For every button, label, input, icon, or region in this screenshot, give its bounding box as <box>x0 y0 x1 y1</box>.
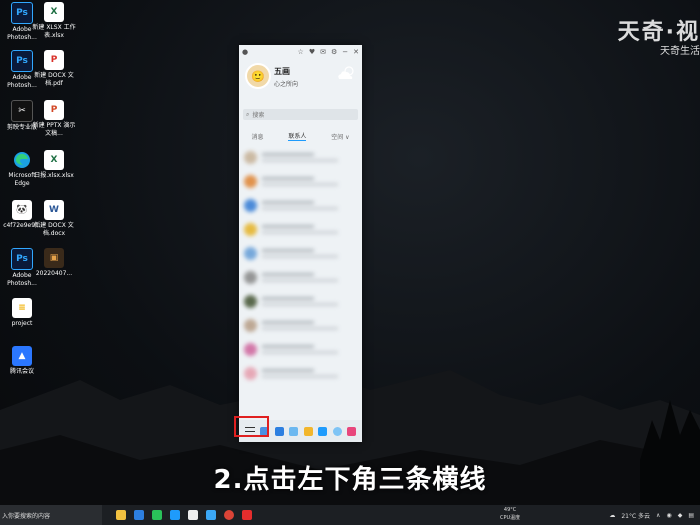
taskbar-apps <box>116 510 252 520</box>
desktop-icon-label: project <box>11 320 33 327</box>
image-file-icon: ▣ <box>44 248 64 268</box>
desktop-icon-docx[interactable]: W 新建 DOCX 文档.docx <box>32 200 76 238</box>
game-icon[interactable] <box>318 426 328 436</box>
network-icon[interactable]: ▤ <box>688 512 694 519</box>
tab-messages[interactable]: 消息 <box>251 132 263 141</box>
desktop-icon-daily-xlsx[interactable]: X 日报.xlsx.xlsx <box>32 150 76 180</box>
app-center-icon[interactable] <box>347 426 357 436</box>
wechat-icon[interactable] <box>152 510 162 520</box>
cloud-weather-icon[interactable]: ☁ <box>609 512 615 519</box>
desktop-icon-project[interactable]: ≡ project <box>0 298 44 328</box>
app-icon[interactable] <box>303 426 313 436</box>
search-icon: ⌕ <box>246 110 250 118</box>
desktop-icon-tencent-meeting[interactable]: ▲ 腾讯会议 <box>0 346 44 376</box>
tray-app-icon[interactable]: ◉ <box>666 512 671 519</box>
desktop-icon-image-file[interactable]: ▣ 20220407... <box>32 248 76 278</box>
panda-image-icon: 🐼 <box>12 200 32 220</box>
desktop-icon-label: 新建 DOCX 文档.docx <box>34 222 74 237</box>
list-item[interactable] <box>239 193 362 217</box>
notepad-icon[interactable] <box>188 510 198 520</box>
taskbar: 入你要搜索的内容 49°C CPU温度 ☁ 21°C 多云 ∧ ◉ ◆ ▤ <box>0 505 700 525</box>
qq-logo-icon: ● <box>242 48 249 56</box>
search-placeholder: 搜索 <box>252 112 265 119</box>
list-item[interactable] <box>239 289 362 313</box>
wechat-tray-icon[interactable]: ◆ <box>678 512 683 519</box>
wps-icon[interactable] <box>242 510 252 520</box>
desktop-icon-label: 日报.xlsx.xlsx <box>34 172 74 179</box>
list-item[interactable] <box>239 169 362 193</box>
desktop-icon-label: 20220407... <box>35 270 73 277</box>
tab-space[interactable]: 空间 ∨ <box>331 132 349 141</box>
settings-icon[interactable]: ⚙ <box>331 48 337 56</box>
chrome-icon[interactable] <box>224 510 234 520</box>
photoshop-icon: Ps <box>11 248 33 270</box>
desktop-icon-xlsx-1[interactable]: X 新建 XLSX 工作表.xlsx <box>32 2 76 40</box>
profile-name[interactable]: 五画 <box>274 66 290 77</box>
taskbar-search-input[interactable]: 入你要搜索的内容 <box>0 505 102 525</box>
excel-file-icon: X <box>44 150 64 170</box>
skin-icon[interactable]: ♥ <box>309 48 315 56</box>
desktop-icon-label: 新建 XLSX 工作表.xlsx <box>32 24 76 39</box>
star-icon[interactable]: ☆ <box>298 48 304 56</box>
list-item[interactable] <box>239 217 362 241</box>
list-item[interactable] <box>239 265 362 289</box>
desktop-icon-label: 新建 PPTX 演示文稿... <box>32 122 76 137</box>
qq-window: ● ☆ ♥ ✉ ⚙ − ✕ 🙂 五画 心之所向 ⌕ 搜索 消息 联系人 空间 ∨ <box>239 45 362 442</box>
tray-up-arrow-icon[interactable]: ∧ <box>656 512 660 519</box>
folder-icon[interactable] <box>289 426 299 436</box>
tab-contacts[interactable]: 联系人 <box>288 131 307 141</box>
tencent-meeting-taskbar-icon[interactable] <box>206 510 216 520</box>
qq-titlebar: ● ☆ ♥ ✉ ⚙ − ✕ <box>239 45 362 59</box>
photoshop-icon: Ps <box>11 2 33 24</box>
avatar[interactable]: 🙂 <box>245 63 271 89</box>
file-explorer-icon[interactable] <box>116 510 126 520</box>
project-file-icon: ≡ <box>12 298 32 318</box>
file-transfer-icon[interactable] <box>274 426 284 436</box>
minimize-icon[interactable]: − <box>342 48 348 56</box>
watermark: 天奇·视 天奇生活 <box>618 14 700 57</box>
word-file-icon: W <box>44 200 64 220</box>
menu-highlight-box <box>234 416 269 437</box>
qq-profile-area: 🙂 五画 心之所向 <box>239 59 362 109</box>
weather-icon[interactable] <box>336 65 356 81</box>
system-tray: ☁ 21°C 多云 ∧ ◉ ◆ ▤ <box>609 505 694 525</box>
weather-text[interactable]: 21°C 多云 <box>621 511 650 520</box>
tencent-meeting-icon: ▲ <box>12 346 32 366</box>
pdf-file-icon: P <box>44 50 64 70</box>
search-input[interactable]: ⌕ 搜索 <box>243 109 358 120</box>
list-item[interactable] <box>239 313 362 337</box>
capcut-icon: ✂ <box>11 100 33 122</box>
excel-file-icon: X <box>44 2 64 22</box>
mail-icon[interactable]: ✉ <box>320 48 326 56</box>
close-icon[interactable]: ✕ <box>353 48 359 56</box>
list-item[interactable] <box>239 337 362 361</box>
list-item[interactable] <box>239 361 362 385</box>
instruction-caption: 2.点击左下角三条横线 <box>213 465 487 495</box>
desktop-icon-pptx[interactable]: P 新建 PPTX 演示文稿... <box>32 100 76 138</box>
qq-taskbar-icon[interactable] <box>134 510 144 520</box>
qq-tabs: 消息 联系人 空间 ∨ <box>239 130 362 142</box>
cloud-icon[interactable] <box>332 426 342 436</box>
taskbar-search-placeholder: 入你要搜索的内容 <box>2 512 51 520</box>
cpu-temp-label: CPU温度 <box>500 515 521 521</box>
powerpoint-file-icon: P <box>44 100 64 120</box>
list-item[interactable] <box>239 145 362 169</box>
profile-status[interactable]: 心之所向 <box>274 79 298 88</box>
desktop-icon-pdf[interactable]: P 新建 DOCX 文档.pdf <box>32 50 76 88</box>
cpu-temp-value: 49°C <box>503 507 517 513</box>
edge-icon <box>12 150 32 170</box>
contact-list <box>239 145 362 385</box>
cpu-temperature: 49°C CPU温度 <box>500 506 520 522</box>
tencent-app-icon[interactable] <box>170 510 180 520</box>
desktop-icon-label: 新建 DOCX 文档.pdf <box>34 72 74 87</box>
desktop-icon-label: 腾讯会议 <box>9 368 34 375</box>
photoshop-icon: Ps <box>11 50 33 72</box>
list-item[interactable] <box>239 241 362 265</box>
